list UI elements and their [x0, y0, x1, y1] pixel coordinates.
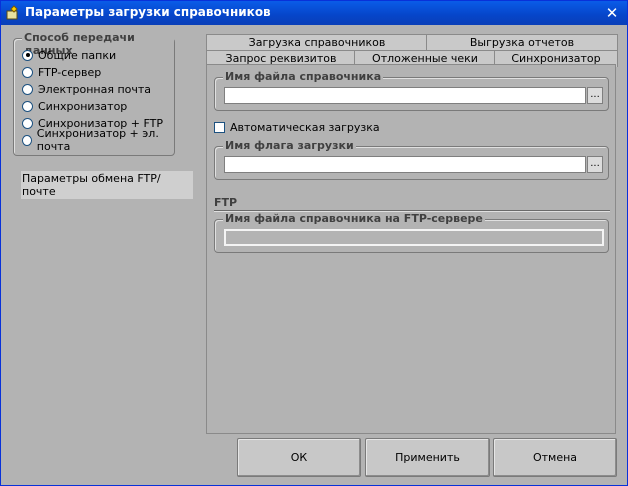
close-icon: ✕: [605, 4, 619, 22]
radio-icon[interactable]: [22, 66, 33, 78]
radio-label: Синхронизатор: [38, 99, 128, 113]
radio-icon[interactable]: [22, 134, 32, 146]
file-name-input[interactable]: [224, 87, 586, 104]
apply-button[interactable]: Применить: [365, 438, 490, 477]
radio-sync-email[interactable]: Синхронизатор + эл. почта: [22, 127, 174, 153]
ftp-section-label: FTP: [214, 196, 238, 209]
radio-label: Общие папки: [38, 48, 117, 62]
ftp-file-input: [224, 229, 604, 246]
window-title: Параметры загрузки справочников: [25, 5, 271, 19]
load-flag-legend: Имя флага загрузки: [223, 139, 356, 152]
radio-icon[interactable]: [22, 117, 33, 129]
radio-label: Синхронизатор + эл. почта: [36, 127, 159, 153]
ok-button[interactable]: ОК: [237, 438, 361, 477]
radio-icon[interactable]: [22, 100, 33, 112]
auto-load-checkbox[interactable]: [214, 122, 225, 133]
tab-load-directories[interactable]: Загрузка справочников: [206, 34, 428, 51]
radio-label: Электронная почта: [38, 82, 152, 96]
browse-flag-button[interactable]: ...: [587, 156, 603, 173]
ftp-file-group: Имя файла справочника на FTP-сервере: [214, 212, 609, 253]
ftp-file-legend: Имя файла справочника на FTP-сервере: [223, 212, 485, 225]
load-flag-group: Имя флага загрузки ...: [214, 139, 609, 180]
radio-label: FTP-сервер: [38, 65, 102, 79]
radio-icon[interactable]: [22, 83, 33, 95]
app-icon: [6, 5, 18, 20]
radio-ftp-server[interactable]: FTP-сервер: [22, 64, 101, 80]
auto-load-label: Автоматическая загрузка: [230, 121, 380, 134]
radio-shared-folders[interactable]: Общие папки: [22, 47, 116, 63]
ftp-mail-settings-button[interactable]: Параметры обмена FTP/почте: [21, 171, 193, 199]
cancel-button[interactable]: Отмена: [493, 438, 617, 477]
radio-email[interactable]: Электронная почта: [22, 81, 151, 97]
transfer-method-group: Способ передачи данных Общие папки FTP-с…: [13, 31, 175, 156]
file-name-legend: Имя файла справочника: [223, 70, 384, 83]
radio-synchronizer[interactable]: Синхронизатор: [22, 98, 127, 114]
browse-file-button[interactable]: ...: [587, 87, 603, 104]
title-bar: Параметры загрузки справочников ✕: [1, 1, 627, 25]
load-flag-input[interactable]: [224, 156, 586, 173]
tab-panel: Имя файла справочника ... Автоматическая…: [206, 64, 616, 434]
radio-icon[interactable]: [22, 49, 33, 61]
tab-export-reports[interactable]: Выгрузка отчетов: [426, 34, 618, 51]
file-name-group: Имя файла справочника ...: [214, 70, 609, 111]
close-button[interactable]: ✕: [603, 4, 621, 22]
dialog-window: Параметры загрузки справочников ✕ Способ…: [0, 0, 628, 486]
